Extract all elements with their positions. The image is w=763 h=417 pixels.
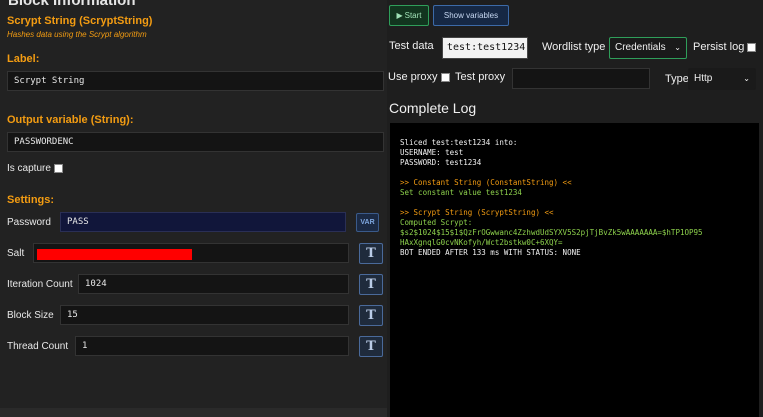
use-proxy-label: Use proxy <box>388 71 438 83</box>
block-description: Hashes data using the Scrypt algorithm <box>7 30 147 39</box>
persist-log-control: Persist log <box>693 41 757 53</box>
password-input[interactable]: PASS <box>60 212 346 232</box>
block-info-panel: Block Information Scrypt String (ScryptS… <box>0 0 387 417</box>
iteration-count-type-button[interactable]: T <box>359 274 383 295</box>
is-capture-label: Is capture <box>7 163 51 174</box>
log-line: HAxXgnqlG0cvNKofyh/Wct2bstkw0C+6XQY= <box>400 238 563 247</box>
setting-password: Password PASS <box>7 212 346 232</box>
test-proxy-label: Test proxy <box>455 71 506 83</box>
chevron-down-icon: ⌄ <box>674 43 681 52</box>
block-title: Scrypt String (ScryptString) <box>7 15 153 27</box>
log-line: Set constant value test1234 <box>400 188 522 197</box>
debugger-panel: ▶ Start Show variables Test data test:te… <box>387 0 763 417</box>
log-spacer <box>400 198 749 208</box>
log-line: $s2$1024$15$1$QzFrOGwwanc4ZzhwdUdSYXV5S2… <box>400 228 703 237</box>
label-heading: Label: <box>7 53 40 65</box>
output-variable-input[interactable]: PASSWORDENC <box>7 132 384 152</box>
password-var-button[interactable]: VAR <box>356 213 379 232</box>
thread-count-label: Thread Count <box>7 340 69 352</box>
wordlist-type-select[interactable]: Credentials ⌄ <box>609 37 687 59</box>
persist-log-checkbox[interactable] <box>747 42 757 52</box>
salt-redaction <box>37 249 192 260</box>
block-size-label: Block Size <box>7 309 54 321</box>
type-label: Type <box>665 73 689 85</box>
log-line: PASSWORD: test1234 <box>400 158 482 167</box>
block-size-type-button[interactable]: T <box>359 305 383 326</box>
proxy-type-value: Http <box>694 73 713 84</box>
thread-count-input[interactable]: 1 <box>75 336 349 356</box>
thread-count-type-button[interactable]: T <box>359 336 383 357</box>
salt-label: Salt <box>7 247 25 259</box>
test-data-input[interactable]: test:test1234 <box>442 37 528 59</box>
log-line: Sliced test:test1234 into: <box>400 138 518 147</box>
setting-block-size: Block Size 15 <box>7 305 349 325</box>
settings-heading: Settings: <box>7 194 55 206</box>
chevron-down-icon: ⌄ <box>743 74 750 83</box>
log-line: USERNAME: test <box>400 148 464 157</box>
log-line: >> Constant String (ConstantString) << <box>400 178 572 187</box>
block-info-heading: Block Information <box>8 0 136 9</box>
test-data-label: Test data <box>389 40 434 52</box>
output-variable-heading: Output variable (String): <box>7 114 134 126</box>
complete-log[interactable]: Sliced test:test1234 into: USERNAME: test… <box>390 123 759 417</box>
iteration-count-label: Iteration Count <box>7 278 73 290</box>
persist-log-label: Persist log <box>693 41 745 53</box>
iteration-count-input[interactable]: 1024 <box>78 274 349 294</box>
play-icon: ▶ <box>396 11 403 20</box>
password-label: Password <box>7 216 51 228</box>
label-input[interactable]: Scrypt String <box>7 71 384 91</box>
log-line: >> Scrypt String (ScryptString) << <box>400 208 554 217</box>
wordlist-type-label: Wordlist type <box>542 41 606 53</box>
log-line: BOT ENDED AFTER 133 ms WITH STATUS: NONE <box>400 248 581 257</box>
setting-thread-count: Thread Count 1 <box>7 336 349 356</box>
test-proxy-input[interactable] <box>512 68 650 89</box>
start-label: Start <box>404 11 422 20</box>
setting-iteration-count: Iteration Count 1024 <box>7 274 349 294</box>
use-proxy-control: Use proxy <box>388 71 450 83</box>
log-line: Computed Scrypt: <box>400 218 473 227</box>
log-spacer <box>400 168 749 178</box>
wordlist-type-value: Credentials <box>615 42 666 53</box>
block-size-input[interactable]: 15 <box>60 305 349 325</box>
complete-log-title: Complete Log <box>389 100 477 116</box>
is-capture-control: Is capture <box>7 163 63 174</box>
start-button[interactable]: ▶ Start <box>389 5 429 26</box>
is-capture-checkbox[interactable] <box>53 164 63 173</box>
show-variables-button[interactable]: Show variables <box>433 5 509 26</box>
bottom-strip <box>0 408 387 417</box>
use-proxy-checkbox[interactable] <box>440 72 450 82</box>
proxy-type-select[interactable]: Http ⌄ <box>688 68 756 90</box>
salt-type-button[interactable]: T <box>359 243 383 264</box>
